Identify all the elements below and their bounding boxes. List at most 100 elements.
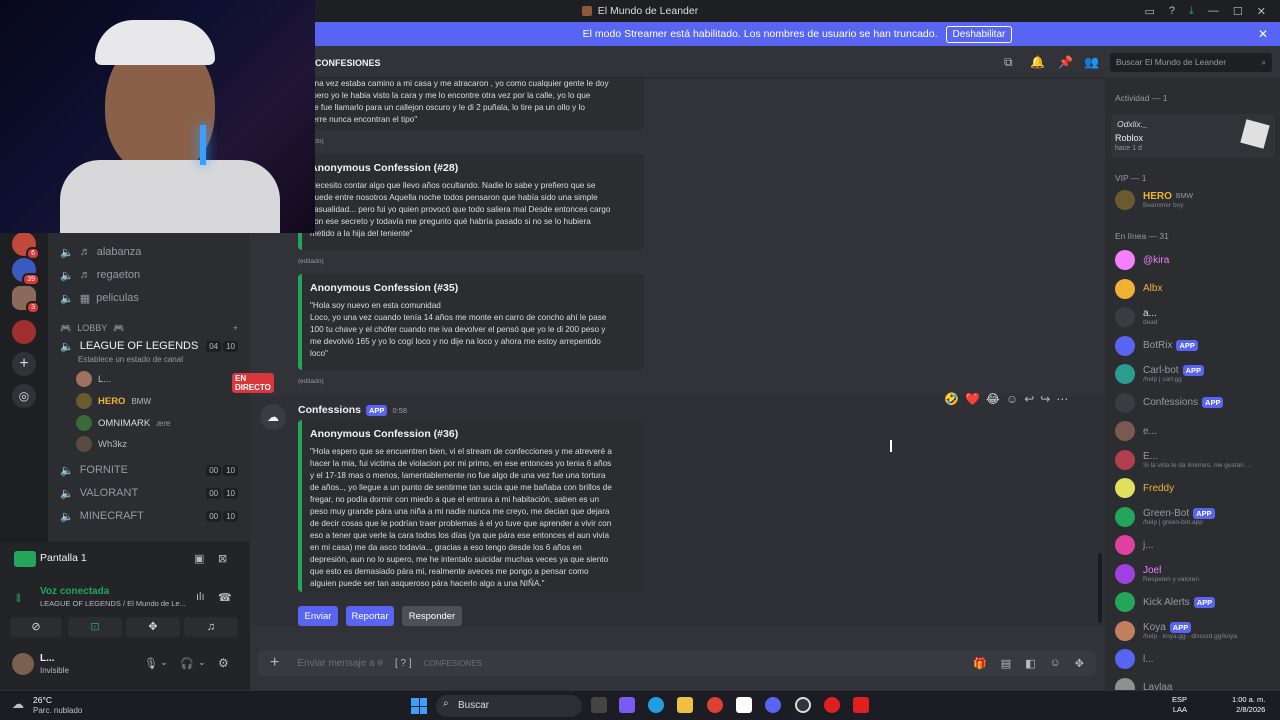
temperature[interactable]: 26°C — [33, 695, 52, 705]
threads-icon[interactable]: ⧉ — [1004, 55, 1013, 70]
member-item[interactable]: Albx — [1115, 277, 1275, 301]
obs-icon[interactable] — [795, 697, 811, 713]
copilot-icon[interactable] — [619, 697, 635, 713]
noise-icon[interactable]: ılı — [196, 591, 205, 603]
member-item[interactable]: Carl-bot APP/help | carl.gg — [1115, 362, 1275, 386]
voice-channel-lol[interactable]: 🔈 LEAGUE OF LEGENDS 04 10 — [48, 336, 250, 356]
lang-indicator[interactable]: ESP LAA — [1172, 695, 1187, 715]
member-item[interactable]: E... Si la vida te da limones, me gustan … — [1115, 448, 1275, 472]
voice-channel-valorant[interactable]: 🔈 VALORANT 00 10 — [48, 483, 250, 503]
task-view-icon[interactable] — [591, 697, 607, 713]
message-input[interactable]: + Enviar mensaje a # [ ? ] CONFESIONES 🎁… — [258, 650, 1096, 676]
member-item[interactable]: Green-Bot APP/help | green-bot.app — [1115, 505, 1275, 529]
soundboard-button[interactable]: ♫ — [184, 617, 238, 637]
microphone-icon[interactable]: 🎙 — [144, 657, 158, 670]
server-icon-active[interactable]: 3 — [12, 286, 40, 314]
explore-icon[interactable]: ◎ — [12, 384, 36, 408]
headphones-icon[interactable]: 🎧 — [180, 657, 194, 670]
explorer-icon[interactable] — [677, 697, 693, 713]
member-item[interactable]: BotRix APP — [1115, 334, 1275, 358]
channel-status-hint[interactable]: Establece un estado de canal — [78, 355, 183, 364]
add-server-icon[interactable]: + — [12, 352, 36, 376]
app-icon[interactable] — [824, 697, 840, 713]
stream-settings-icon[interactable]: ▣ — [194, 552, 204, 565]
app-icon[interactable] — [853, 697, 869, 713]
author-name[interactable]: Confessions — [298, 404, 361, 416]
search-input[interactable]: Buscar El Mundo de Leander ⌕ — [1110, 53, 1272, 72]
stop-stream-icon[interactable]: ⊠ — [218, 552, 227, 565]
chevron-down-icon[interactable]: ⌄ — [160, 657, 168, 668]
member-item[interactable]: Laylaa — [1115, 676, 1275, 690]
apps-icon[interactable]: ✥ — [1075, 657, 1084, 670]
voice-channel-alabanza[interactable]: 🔈 ♬ alabanza — [48, 242, 250, 262]
gift-icon[interactable]: 🎁 — [973, 657, 987, 670]
voice-channel-minecraft[interactable]: 🔈 MINECRAFT 00 10 — [48, 506, 250, 526]
voice-channel-peliculas[interactable]: 🔈 ▦ peliculas — [48, 288, 250, 308]
member-item[interactable]: l... — [1115, 647, 1275, 671]
disconnect-icon[interactable]: ☎ — [218, 591, 232, 604]
forward-icon[interactable]: ↪ — [1040, 392, 1050, 406]
pin-icon[interactable]: 📌 — [1058, 55, 1073, 69]
send-button[interactable]: Enviar — [298, 606, 338, 626]
add-reaction-icon[interactable]: ☺ — [1006, 392, 1018, 406]
weather-text[interactable]: Parc. nublado — [33, 706, 82, 715]
bell-icon[interactable]: 🔔 — [1030, 55, 1045, 69]
activities-button[interactable]: ✥ — [126, 617, 180, 637]
taskbar-search[interactable]: ⌕ Buscar — [436, 695, 582, 717]
reply-icon[interactable]: ↩ — [1024, 392, 1034, 406]
minimize-icon[interactable]: — — [1208, 5, 1219, 17]
voice-channel-fornite[interactable]: 🔈 FORNITE 00 10 — [48, 460, 250, 480]
category-lobby[interactable]: 🎮 LOBBY 🎮 + — [48, 318, 250, 338]
help-icon[interactable]: ? — [1169, 5, 1175, 17]
report-button[interactable]: Reportar — [346, 606, 394, 626]
download-icon[interactable]: ⤓ — [1189, 5, 1194, 18]
more-icon[interactable]: ⋯ — [1056, 392, 1068, 406]
members-icon[interactable]: 👥 — [1084, 55, 1099, 69]
activity-card[interactable]: Odxlix._ Roblox hace 1 d — [1111, 114, 1275, 158]
author-avatar[interactable]: ☁ — [260, 404, 286, 430]
member-item[interactable]: e... — [1115, 419, 1275, 443]
server-icon[interactable] — [12, 320, 36, 344]
close-banner-icon[interactable]: ✕ — [1258, 27, 1268, 41]
gif-icon[interactable]: ▤ — [1001, 657, 1011, 670]
reaction-icon[interactable]: 🤣 — [944, 392, 959, 406]
member-item[interactable]: Freddy — [1115, 476, 1275, 500]
chrome-icon[interactable] — [707, 697, 723, 713]
member-item[interactable]: j... — [1115, 533, 1275, 557]
disable-streamer-button[interactable]: Deshabilitar — [945, 25, 1013, 43]
avatar[interactable] — [12, 653, 34, 675]
reply-button[interactable]: Responder — [402, 606, 462, 626]
maximize-icon[interactable]: ☐ — [1233, 5, 1243, 18]
heart-icon[interactable]: ❤️ — [965, 392, 980, 406]
voice-channel-path[interactable]: LEAGUE OF LEGENDS / El Mundo de Le... — [40, 599, 186, 608]
member-item[interactable]: Joel Respeten y valoren — [1115, 562, 1275, 586]
voice-channel-regaeton[interactable]: 🔈 ♬ regaeton — [48, 265, 250, 285]
discord-icon[interactable] — [765, 697, 781, 713]
voice-user[interactable]: OMNIMARK ɹɐɾɐ — [76, 414, 170, 432]
member-item[interactable]: HERO BMW Beammer boy — [1115, 188, 1275, 212]
camera-off-button[interactable]: ⊘ — [10, 617, 62, 637]
reaction-icon[interactable]: 😂 — [986, 392, 1000, 406]
windows-start-icon[interactable] — [411, 698, 427, 714]
server-icon[interactable]: 39 — [12, 258, 40, 286]
chevron-down-icon[interactable]: ⌄ — [198, 657, 206, 668]
scrollbar[interactable] — [1098, 553, 1102, 623]
share-screen-button[interactable]: ⊡ — [68, 617, 122, 637]
capcut-icon[interactable] — [736, 697, 752, 713]
settings-icon[interactable]: ⚙ — [218, 656, 229, 670]
emoji-icon[interactable]: ☺ — [1050, 657, 1061, 670]
server-icon[interactable]: 6 — [12, 232, 40, 260]
add-attachment-icon[interactable]: + — [270, 654, 279, 672]
voice-user[interactable]: L... — [76, 370, 111, 388]
voice-user[interactable]: Wh3kz — [76, 435, 127, 453]
clock[interactable]: 1:00 a. m. 2/8/2026 — [1232, 695, 1265, 715]
voice-user[interactable]: HERO BMW — [76, 392, 151, 410]
member-item[interactable]: Confessions APP — [1115, 391, 1275, 415]
edge-icon[interactable] — [648, 697, 664, 713]
member-item[interactable]: Kick Alerts APP — [1115, 590, 1275, 614]
close-window-icon[interactable]: ✕ — [1257, 5, 1266, 18]
voice-status[interactable]: Voz conectada — [40, 586, 109, 597]
sticker-icon[interactable]: ◧ — [1025, 657, 1035, 670]
member-item[interactable]: Koya APP/help · koya.gg · discord.gg/koya — [1115, 619, 1275, 643]
member-item[interactable]: a... dead — [1115, 305, 1275, 329]
